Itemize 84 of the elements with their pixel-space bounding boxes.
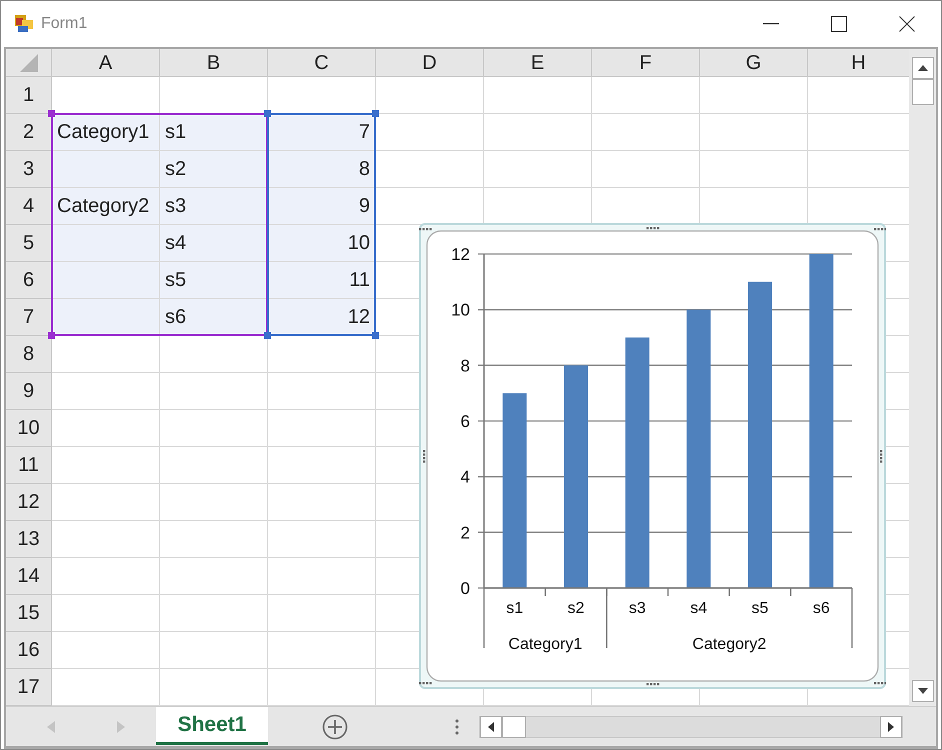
add-sheet-icon[interactable]	[322, 714, 348, 740]
up-arrow-icon	[918, 65, 928, 71]
row-header[interactable]: 9	[6, 373, 52, 410]
scroll-up-button[interactable]	[912, 57, 934, 79]
axis-label: Category2	[692, 636, 766, 653]
column-header[interactable]: H	[808, 49, 909, 77]
axis-label: 8	[460, 356, 470, 376]
axis-label: s4	[690, 600, 708, 617]
column-header[interactable]: E	[484, 49, 592, 77]
minimize-icon	[763, 23, 779, 25]
axis-label: 4	[460, 468, 470, 487]
row-header[interactable]: 14	[6, 558, 52, 595]
table-cell: 10	[268, 225, 376, 262]
axis-label: s3	[628, 600, 646, 617]
splitter-icon[interactable]	[455, 718, 459, 734]
table-cell: 11	[268, 262, 376, 299]
resize-handle[interactable]	[423, 450, 426, 463]
resize-handle[interactable]	[372, 332, 379, 339]
axis-label: 0	[460, 579, 470, 598]
resize-handle[interactable]	[874, 228, 886, 230]
row-header[interactable]: 5	[6, 225, 52, 262]
right-arrow-icon	[888, 722, 894, 732]
scroll-thumb[interactable]	[912, 79, 934, 105]
resize-handle[interactable]	[372, 110, 379, 117]
table-cell: Category2	[52, 188, 160, 225]
row-header[interactable]: 12	[6, 484, 52, 521]
row-header[interactable]: 6	[6, 262, 52, 299]
scroll-thumb[interactable]	[502, 716, 526, 738]
axis-label: s2	[568, 600, 584, 617]
axis-label: s6	[812, 600, 830, 617]
column-header[interactable]: F	[592, 49, 700, 77]
axis-label: 12	[451, 245, 470, 264]
window-title: Form1	[41, 14, 88, 34]
table-cell: 8	[268, 151, 376, 188]
resize-handle[interactable]	[874, 682, 886, 684]
table-cell: s5	[160, 262, 268, 299]
row-header[interactable]: 3	[6, 151, 52, 188]
table-cell: s4	[160, 225, 268, 262]
row-header[interactable]: 11	[6, 447, 52, 484]
row-header[interactable]: 1	[6, 77, 52, 114]
axis-label: 2	[460, 523, 470, 542]
axis-label: s1	[506, 600, 524, 617]
axis-label: 10	[451, 300, 470, 320]
app-icon	[15, 15, 33, 33]
table-cell: 7	[268, 114, 376, 151]
row-header[interactable]: 15	[6, 595, 52, 632]
column-header[interactable]: C	[268, 49, 376, 77]
close-icon	[899, 16, 915, 32]
row-header[interactable]: 16	[6, 632, 52, 669]
scroll-left-button[interactable]	[480, 716, 502, 738]
maximize-icon	[831, 16, 847, 32]
table-cell: s2	[160, 151, 268, 188]
row-header[interactable]: 8	[6, 336, 52, 373]
resize-handle[interactable]	[646, 683, 660, 686]
resize-handle[interactable]	[646, 227, 660, 230]
table-cell: Category1	[52, 114, 160, 151]
left-arrow-icon	[488, 722, 494, 732]
row-header[interactable]: 17	[6, 669, 52, 706]
column-header[interactable]: D	[376, 49, 484, 77]
row-header[interactable]: 2	[6, 114, 52, 151]
down-arrow-icon	[918, 688, 928, 694]
resize-handle[interactable]	[48, 332, 55, 339]
scroll-down-button[interactable]	[912, 680, 934, 702]
row-header[interactable]: 10	[6, 410, 52, 447]
column-header[interactable]: G	[700, 49, 808, 77]
scroll-right-button[interactable]	[880, 716, 902, 738]
axis-label: Category1	[508, 636, 582, 653]
table-cell: 12	[268, 299, 376, 336]
column-header[interactable]: A	[52, 49, 160, 77]
axis-label: 6	[460, 412, 470, 431]
resize-handle[interactable]	[419, 682, 432, 684]
column-header[interactable]: B	[160, 49, 268, 77]
table-cell: 9	[268, 188, 376, 225]
axis-label: s5	[752, 600, 768, 617]
resize-handle[interactable]	[880, 450, 882, 463]
row-header[interactable]: 7	[6, 299, 52, 336]
table-cell: s3	[160, 188, 268, 225]
resize-handle[interactable]	[419, 228, 432, 230]
sheet-tab[interactable]: Sheet1	[156, 707, 268, 745]
table-cell: s6	[160, 299, 268, 336]
row-header[interactable]: 13	[6, 521, 52, 558]
resize-handle[interactable]	[48, 110, 55, 117]
row-header[interactable]: 4	[6, 188, 52, 225]
table-cell: s1	[160, 114, 268, 151]
